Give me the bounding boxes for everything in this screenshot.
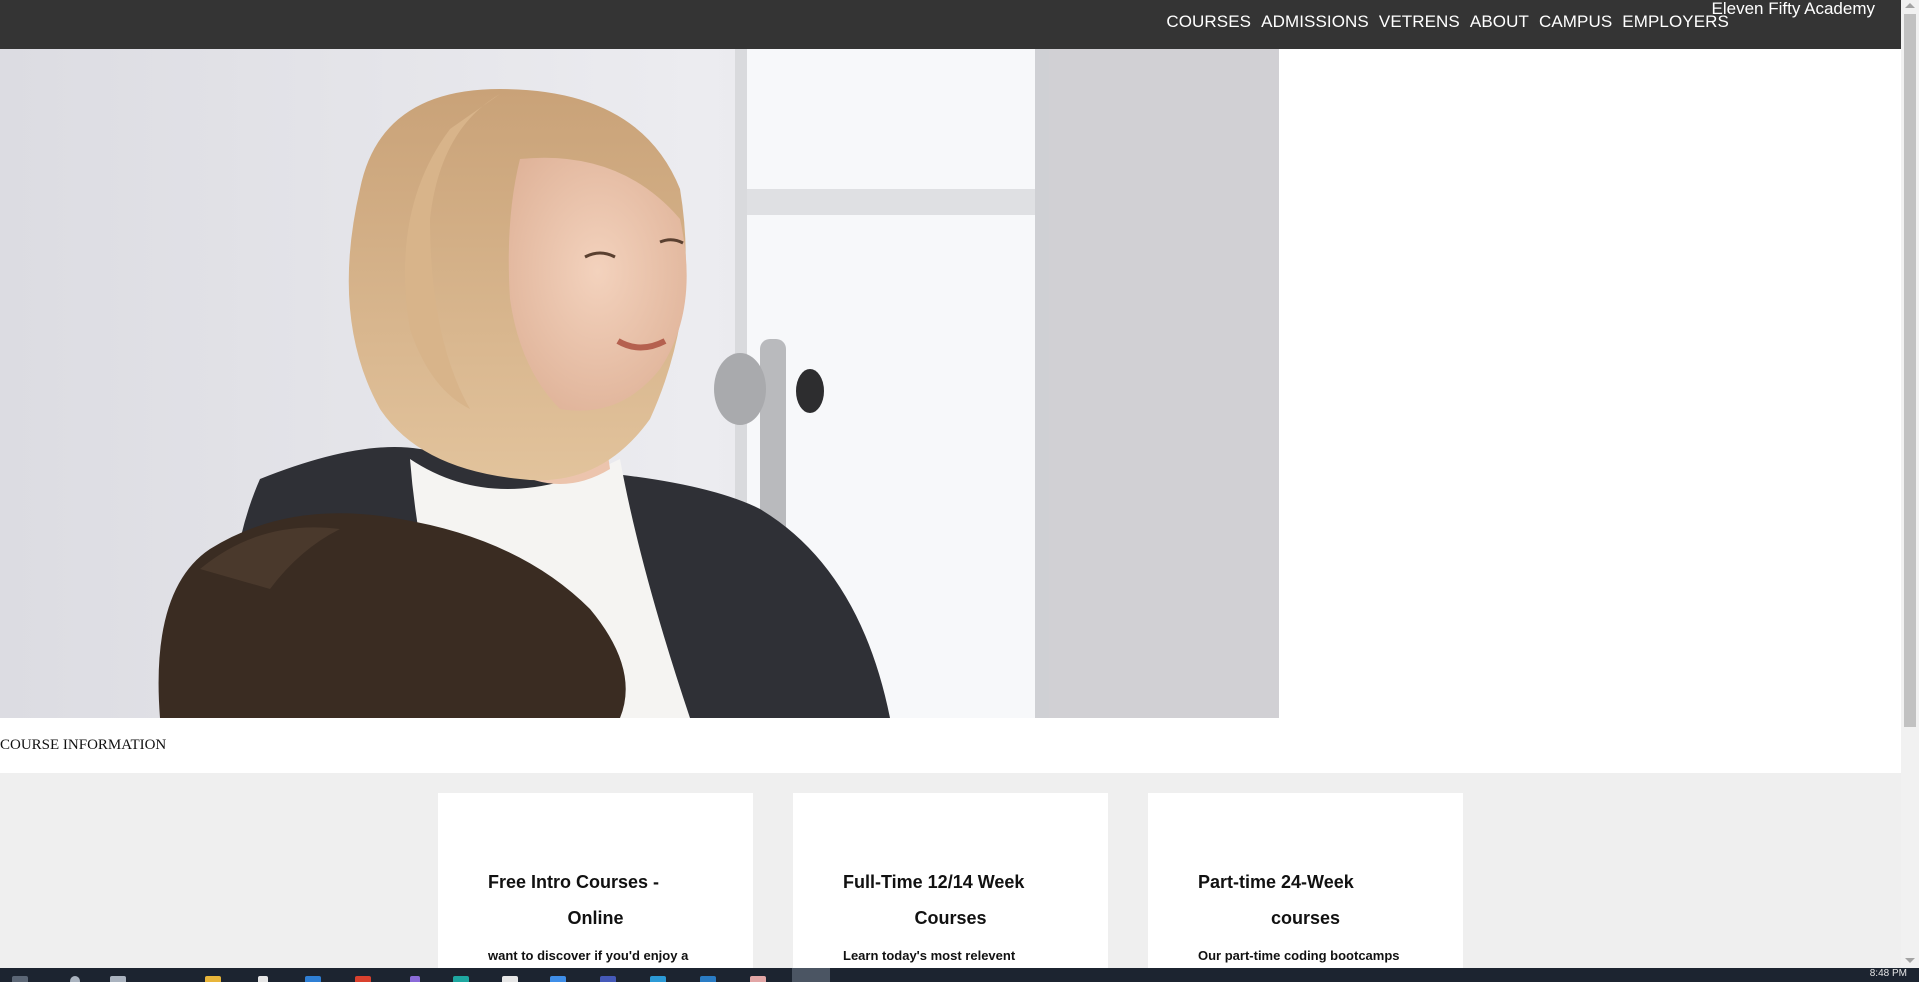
app-icon[interactable] [750, 976, 766, 982]
app-icon[interactable] [410, 976, 420, 982]
nav-veterans[interactable]: VETRENS [1379, 12, 1460, 32]
section-label: COURSE INFORMATION [0, 737, 167, 753]
card-title-line2: Courses [914, 908, 987, 928]
card-title: Part-time 24-Week courses [1198, 864, 1413, 936]
app-icon[interactable] [355, 976, 371, 982]
scroll-up-arrow-icon[interactable] [1905, 3, 1915, 8]
brand-name[interactable]: Eleven Fifty Academy [1712, 0, 1875, 19]
os-taskbar: 8:48 PM [0, 968, 1919, 982]
card-description: Our part-time coding bootcamps [1198, 948, 1400, 963]
chrome-icon[interactable] [502, 976, 518, 982]
nav-campus[interactable]: CAMPUS [1539, 12, 1612, 32]
file-explorer-icon[interactable] [205, 976, 221, 982]
scroll-down-arrow-icon[interactable] [1905, 958, 1915, 963]
edge-icon[interactable] [305, 976, 321, 982]
store-icon[interactable] [258, 976, 268, 982]
main-nav: COURSES ADMISSIONS VETRENS ABOUT CAMPUS … [1166, 12, 1729, 32]
taskbar-clock[interactable]: 8:48 PM [1870, 968, 1907, 979]
start-icon[interactable] [12, 976, 28, 982]
task-view-icon[interactable] [110, 976, 126, 982]
card-title-line1: Full-Time 12/14 Week [843, 872, 1025, 892]
card-description: want to discover if you'd enjoy a [488, 948, 689, 963]
nav-about[interactable]: ABOUT [1470, 12, 1529, 32]
vscode-icon[interactable] [700, 976, 716, 982]
card-description: Learn today's most relevent [843, 948, 1016, 963]
top-navbar: COURSES ADMISSIONS VETRENS ABOUT CAMPUS … [0, 0, 1901, 49]
search-icon[interactable] [70, 976, 80, 982]
nav-courses[interactable]: COURSES [1166, 12, 1251, 32]
card-title-line1: Part-time 24-Week [1198, 872, 1354, 892]
card-title: Free Intro Courses - Online [488, 864, 703, 936]
app-icon[interactable] [550, 976, 566, 982]
course-card-intro[interactable]: Free Intro Courses - Online want to disc… [438, 793, 753, 982]
hero-image [0, 49, 1279, 718]
card-title-line2: courses [1270, 908, 1341, 928]
card-title-line2: Online [567, 908, 624, 928]
app-icon[interactable] [453, 976, 469, 982]
hero-photo-illustration [0, 49, 1279, 718]
course-card-parttime[interactable]: Part-time 24-Week courses Our part-time … [1148, 793, 1463, 982]
card-title: Full-Time 12/14 Week Courses [843, 864, 1058, 936]
scrollbar-thumb[interactable] [1904, 14, 1916, 727]
app-icon[interactable] [600, 976, 616, 982]
app-icon[interactable] [650, 976, 666, 982]
card-title-line1: Free Intro Courses - [488, 872, 660, 892]
active-app-icon[interactable] [792, 968, 830, 982]
nav-admissions[interactable]: ADMISSIONS [1261, 12, 1369, 32]
browser-page: COURSES ADMISSIONS VETRENS ABOUT CAMPUS … [0, 0, 1919, 982]
course-card-fulltime[interactable]: Full-Time 12/14 Week Courses Learn today… [793, 793, 1108, 982]
